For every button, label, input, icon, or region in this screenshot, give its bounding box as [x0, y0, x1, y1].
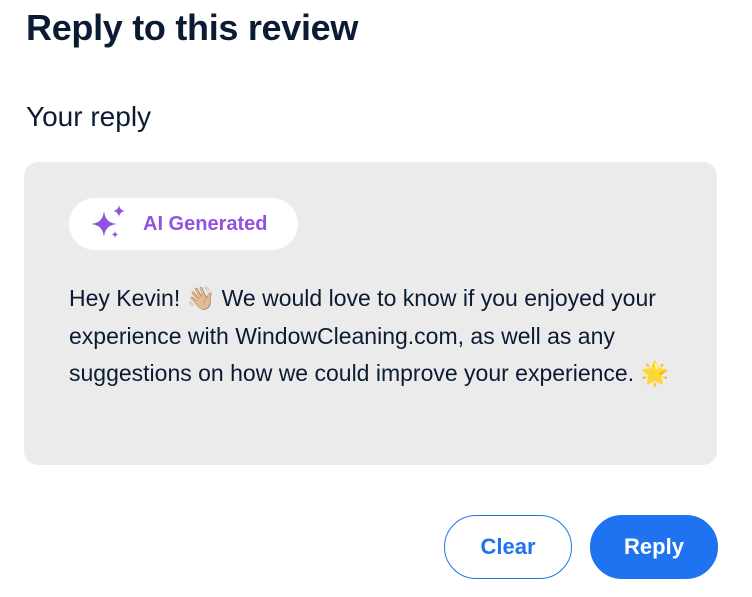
ai-generated-label: AI Generated — [143, 213, 268, 235]
waving-hand-icon: 👋🏼 — [186, 286, 216, 312]
reply-text-area[interactable]: AI Generated Hey Kevin! 👋🏼 We would love… — [24, 162, 717, 465]
reply-text: Hey Kevin! 👋🏼 We would love to know if y… — [69, 280, 699, 393]
reply-text-greeting: Hey Kevin! — [69, 285, 187, 311]
ai-generated-badge: AI Generated — [69, 198, 298, 250]
reply-section-label: Your reply — [26, 101, 152, 132]
glowing-star-icon: 🌟 — [640, 361, 670, 387]
reply-button[interactable]: Reply — [590, 515, 718, 579]
clear-button[interactable]: Clear — [444, 515, 572, 579]
sparkles-icon — [87, 204, 129, 244]
page-title: Reply to this review — [26, 7, 359, 48]
